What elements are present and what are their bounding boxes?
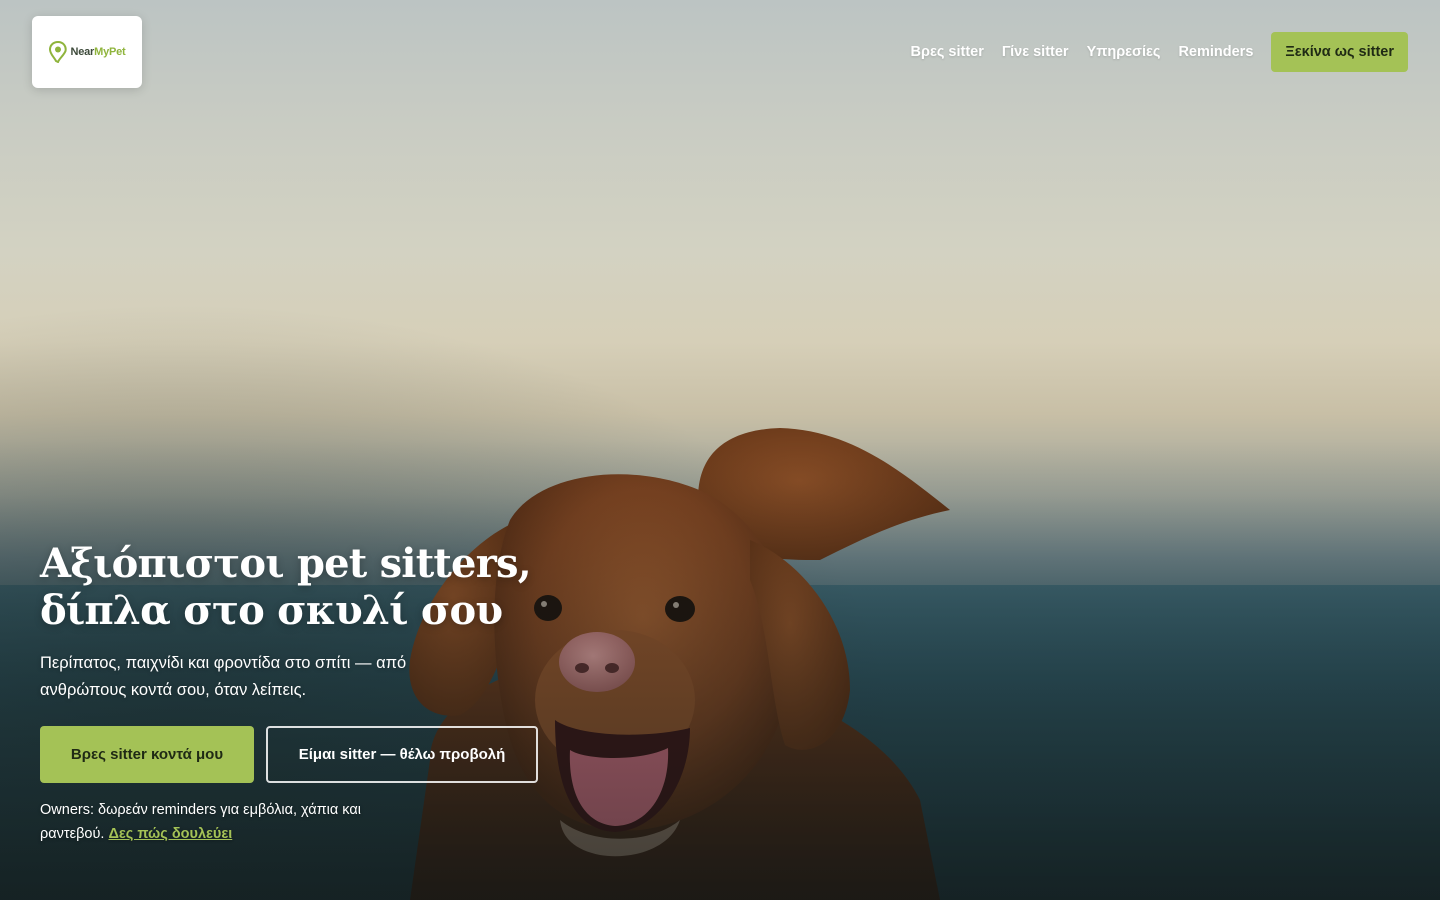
hero-section: NearMyPet Βρες sitter Γίνε sitter Υπηρεσ… bbox=[0, 0, 1440, 900]
nav-link-reminders[interactable]: Reminders bbox=[1178, 44, 1253, 60]
logo-text-mypet: MyPet bbox=[94, 46, 126, 58]
nav-link-find-sitter[interactable]: Βρες sitter bbox=[911, 44, 984, 60]
brand-logo[interactable]: NearMyPet bbox=[32, 16, 142, 88]
logo-text-near: Near bbox=[70, 46, 95, 58]
headline-line-1: Αξιόπιστοι pet sitters, bbox=[40, 540, 532, 587]
top-navigation: Βρες sitter Γίνε sitter Υπηρεσίες Remind… bbox=[911, 32, 1408, 72]
nav-link-become-sitter[interactable]: Γίνε sitter bbox=[1002, 44, 1069, 60]
headline-line-2: δίπλα στο σκυλί σου bbox=[40, 587, 503, 634]
logo-wordmark: NearMyPet bbox=[70, 46, 125, 58]
hero-headline: Αξιόπιστοι pet sitters, δίπλα στο σκυλί … bbox=[40, 540, 532, 634]
find-sitter-near-me-button[interactable]: Βρες sitter κοντά μου bbox=[40, 726, 254, 783]
owners-note: Owners: δωρεάν reminders για εμβόλια, χά… bbox=[40, 798, 420, 846]
location-pin-icon bbox=[49, 41, 68, 63]
how-it-works-link[interactable]: Δες πώς δουλεύει bbox=[108, 826, 232, 842]
start-as-sitter-button[interactable]: Ξεκίνα ως sitter bbox=[1271, 32, 1408, 72]
nav-link-services[interactable]: Υπηρεσίες bbox=[1087, 44, 1161, 60]
hero-subtitle: Περίπατος, παιχνίδι και φροντίδα στο σπί… bbox=[40, 654, 407, 699]
sitter-promotion-button[interactable]: Είμαι sitter — θέλω προβολή bbox=[266, 726, 538, 783]
